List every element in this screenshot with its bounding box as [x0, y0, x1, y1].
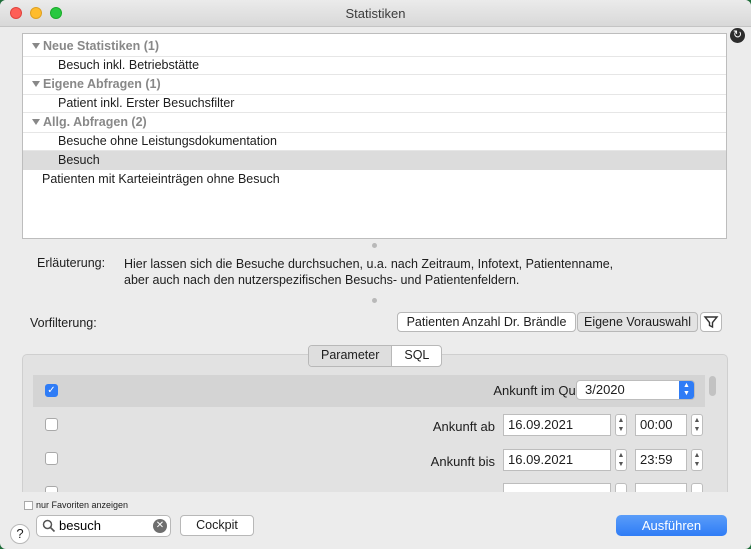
refresh-icon[interactable]: ↻ [730, 28, 745, 43]
tab-parameter[interactable]: Parameter [309, 346, 393, 366]
split-handle[interactable] [372, 243, 377, 248]
search-icon [42, 519, 56, 533]
list-item-selected[interactable]: Besuch [23, 151, 726, 170]
list-group-neue-statistiken[interactable]: Neue Statistiken (1) [23, 37, 726, 57]
tab-control[interactable]: Parameter SQL [308, 345, 443, 367]
to-time-field[interactable]: 23:59 [635, 449, 687, 471]
description-line: aber auch nach den nutzerspezifischen Be… [124, 273, 520, 287]
filter-button[interactable] [700, 312, 722, 332]
partial-field[interactable] [635, 483, 687, 492]
description-label: Erläuterung: [37, 256, 106, 270]
description-text: Hier lassen sich die Besuche durchsuchen… [124, 256, 704, 288]
disclosure-triangle-icon[interactable] [32, 81, 40, 87]
param-enabled-checkbox[interactable] [45, 486, 58, 492]
prefilter-eigene-vorauswahl-button[interactable]: Eigene Vorauswahl [577, 312, 698, 332]
param-row-partial [33, 477, 705, 492]
description-line: Hier lassen sich die Besuche durchsuchen… [124, 257, 614, 271]
prefilter-patienten-button[interactable]: Patienten Anzahl Dr. Brändle [397, 312, 576, 332]
favorites-label: nur Favoriten anzeigen [36, 500, 129, 510]
from-time-field[interactable]: 00:00 [635, 414, 687, 436]
param-enabled-checkbox[interactable]: ✓ [45, 384, 58, 397]
param-enabled-checkbox[interactable] [45, 418, 58, 431]
statistiken-window: Statistiken Neue Statistiken (1) Besuch … [0, 0, 751, 549]
list-group-label: Allg. Abfragen (2) [43, 115, 147, 129]
quarter-select-value: 3/2020 [585, 382, 625, 397]
to-date-field[interactable]: 16.09.2021 [503, 449, 611, 471]
param-row-quarter: ✓ Ankunft im Quartal 3/2020 ▲ ▼ [33, 375, 705, 407]
disclosure-triangle-icon[interactable] [32, 43, 40, 49]
partial-stepper[interactable] [615, 483, 627, 492]
param-label: Ankunft ab [432, 419, 495, 434]
param-label: Ankunft bis [430, 454, 495, 469]
cockpit-button[interactable]: Cockpit [180, 515, 254, 536]
window-title: Statistiken [345, 6, 406, 21]
list-item[interactable]: Besuch inkl. Betriebstätte [23, 56, 726, 75]
search-input[interactable] [59, 518, 147, 533]
list-item[interactable]: Patienten mit Karteieinträgen ohne Besuc… [23, 170, 726, 189]
run-button[interactable]: Ausführen [616, 515, 727, 536]
disclosure-triangle-icon[interactable] [32, 119, 40, 125]
list-group-allg-abfragen[interactable]: Allg. Abfragen (2) [23, 113, 726, 133]
prefilter-label: Vorfilterung: [30, 316, 97, 330]
funnel-icon [703, 316, 719, 329]
parameter-scrollbar[interactable] [709, 376, 716, 396]
list-item[interactable]: Patient inkl. Erster Besuchsfilter [23, 94, 726, 113]
param-row-to: Ankunft bis 16.09.2021 ▲ ▼ 23:59 ▲ ▼ [33, 443, 705, 475]
partial-stepper[interactable] [691, 483, 703, 492]
search-field[interactable]: ✕ [36, 515, 171, 537]
split-handle[interactable] [372, 298, 377, 303]
partial-field[interactable] [503, 483, 611, 492]
title-bar[interactable]: Statistiken [0, 0, 751, 27]
param-row-from: Ankunft ab 16.09.2021 ▲ ▼ 00:00 ▲ ▼ [33, 409, 705, 441]
quarter-select[interactable]: 3/2020 ▲ ▼ [576, 380, 695, 400]
param-enabled-checkbox[interactable] [45, 452, 58, 465]
chevron-up-down-icon: ▲ ▼ [679, 381, 694, 399]
list-group-label: Neue Statistiken (1) [43, 39, 160, 53]
list-group-eigene-abfragen[interactable]: Eigene Abfragen (1) [23, 75, 726, 95]
help-button[interactable]: ? [10, 524, 30, 544]
favorites-checkbox[interactable] [24, 501, 33, 510]
clear-search-icon[interactable]: ✕ [153, 519, 167, 533]
statistics-list[interactable]: Neue Statistiken (1) Besuch inkl. Betrie… [22, 33, 727, 239]
list-item[interactable]: Besuche ohne Leistungsdokumentation [23, 132, 726, 151]
from-date-stepper[interactable]: ▲ ▼ [615, 414, 627, 436]
from-date-field[interactable]: 16.09.2021 [503, 414, 611, 436]
list-group-label: Eigene Abfragen (1) [43, 77, 161, 91]
to-date-stepper[interactable]: ▲ ▼ [615, 449, 627, 471]
tab-sql[interactable]: SQL [392, 346, 441, 366]
from-time-stepper[interactable]: ▲ ▼ [691, 414, 703, 436]
to-time-stepper[interactable]: ▲ ▼ [691, 449, 703, 471]
